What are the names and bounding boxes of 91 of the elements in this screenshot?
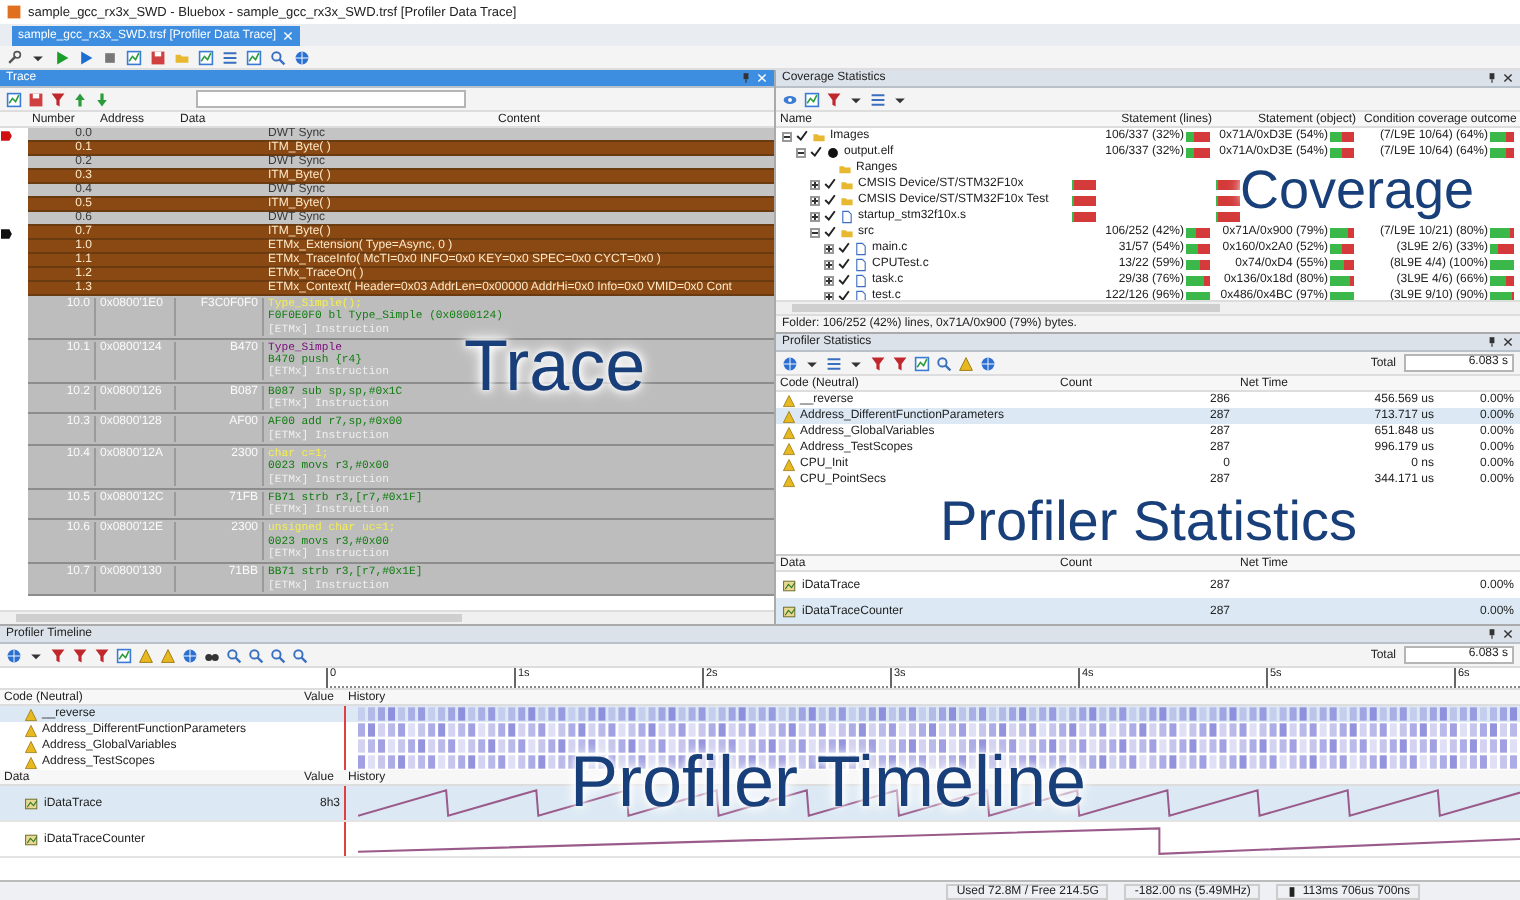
checkbox[interactable] <box>838 242 850 254</box>
coverage-bar <box>1186 275 1210 285</box>
zoom-icon[interactable] <box>248 647 264 663</box>
checkbox[interactable] <box>824 226 836 238</box>
close-icon[interactable] <box>1502 336 1514 348</box>
globe-icon[interactable] <box>980 355 996 371</box>
globe-icon[interactable] <box>782 355 798 371</box>
zoom-icon[interactable] <box>226 647 242 663</box>
globe-icon[interactable] <box>182 647 198 663</box>
checkbox[interactable] <box>824 194 836 206</box>
checkbox[interactable] <box>810 146 822 158</box>
data-trace-icon <box>24 831 40 847</box>
expander-icon[interactable] <box>824 259 834 269</box>
stop-icon[interactable] <box>102 49 118 65</box>
checkbox[interactable] <box>796 130 808 142</box>
eye-icon[interactable] <box>782 91 798 107</box>
overlay-title: Coverage <box>1240 164 1475 218</box>
checkbox[interactable] <box>838 290 850 300</box>
save-icon[interactable] <box>28 91 44 107</box>
coverage-bar <box>1330 259 1354 269</box>
horizontal-scrollbar[interactable] <box>0 610 774 624</box>
coverage-bar <box>1330 243 1354 253</box>
coverage-bar <box>1330 227 1354 237</box>
arrow-up-icon[interactable] <box>72 91 88 107</box>
coverage-bar <box>1330 275 1354 285</box>
zoom-icon[interactable] <box>270 647 286 663</box>
folder-icon <box>840 225 854 239</box>
coverage-bar <box>1186 147 1210 157</box>
search-icon[interactable] <box>270 49 286 65</box>
file-icon <box>840 209 854 223</box>
expander-icon[interactable] <box>824 243 834 253</box>
app-icon <box>6 4 22 20</box>
coverage-bar <box>1216 211 1240 221</box>
expander-icon[interactable] <box>796 147 806 157</box>
coverage-bar <box>1490 275 1514 285</box>
chart-icon[interactable] <box>116 647 132 663</box>
coverage-bar <box>1330 131 1354 141</box>
horizontal-scrollbar[interactable] <box>776 300 1520 314</box>
coverage-bar <box>1330 147 1354 157</box>
data-trace-icon <box>782 577 798 593</box>
battery-icon <box>1286 885 1299 897</box>
close-icon[interactable] <box>1502 72 1514 84</box>
coverage-bar <box>1186 227 1210 237</box>
expander-icon[interactable] <box>810 227 820 237</box>
chart-icon[interactable] <box>198 49 214 65</box>
coverage-bar <box>1072 195 1096 205</box>
coverage-bar <box>1490 147 1514 157</box>
pin-icon[interactable] <box>1486 336 1498 348</box>
checkbox[interactable] <box>838 258 850 270</box>
expander-icon[interactable] <box>810 179 820 189</box>
save-icon[interactable] <box>150 49 166 65</box>
chart-icon[interactable] <box>126 49 142 65</box>
list-icon[interactable] <box>222 49 238 65</box>
data-trace-icon <box>782 603 798 619</box>
close-icon[interactable] <box>1502 628 1514 640</box>
expander-icon[interactable] <box>810 211 820 221</box>
coverage-bar <box>1186 259 1210 269</box>
coverage-bar <box>1490 131 1514 141</box>
cursor-flag-icon[interactable] <box>0 227 14 239</box>
chart-icon[interactable] <box>246 49 262 65</box>
list-icon[interactable] <box>826 355 842 371</box>
step-icon[interactable] <box>78 49 94 65</box>
arrow-down-icon[interactable] <box>94 91 110 107</box>
coverage-bar <box>1490 227 1514 237</box>
globe-icon[interactable] <box>6 647 22 663</box>
coverage-bar <box>1490 243 1514 253</box>
pin-icon[interactable] <box>1486 72 1498 84</box>
chart-icon[interactable] <box>914 355 930 371</box>
globe-icon[interactable] <box>294 49 310 65</box>
checkbox[interactable] <box>838 274 850 286</box>
expander-icon[interactable] <box>782 131 792 141</box>
data-trace-icon <box>24 795 40 811</box>
checkbox[interactable] <box>824 210 836 222</box>
checkbox[interactable] <box>824 178 836 190</box>
chart-icon[interactable] <box>804 91 820 107</box>
chart-icon[interactable] <box>6 91 22 107</box>
overlay-title: Trace <box>464 330 646 402</box>
search-field[interactable] <box>196 90 466 108</box>
zoom-icon[interactable] <box>936 355 952 371</box>
overlay-title: Profiler Statistics <box>940 494 1357 550</box>
coverage-bar <box>1490 259 1514 269</box>
expander-icon[interactable] <box>824 275 834 285</box>
coverage-bar <box>1072 211 1096 221</box>
chip-icon <box>826 145 840 159</box>
expander-icon[interactable] <box>810 195 820 205</box>
pin-icon[interactable] <box>1486 628 1498 640</box>
list-icon[interactable] <box>870 91 886 107</box>
coverage-bar <box>1186 243 1210 253</box>
coverage-bar <box>1072 179 1096 189</box>
coverage-bar <box>1186 131 1210 141</box>
zoom-icon[interactable] <box>292 647 308 663</box>
